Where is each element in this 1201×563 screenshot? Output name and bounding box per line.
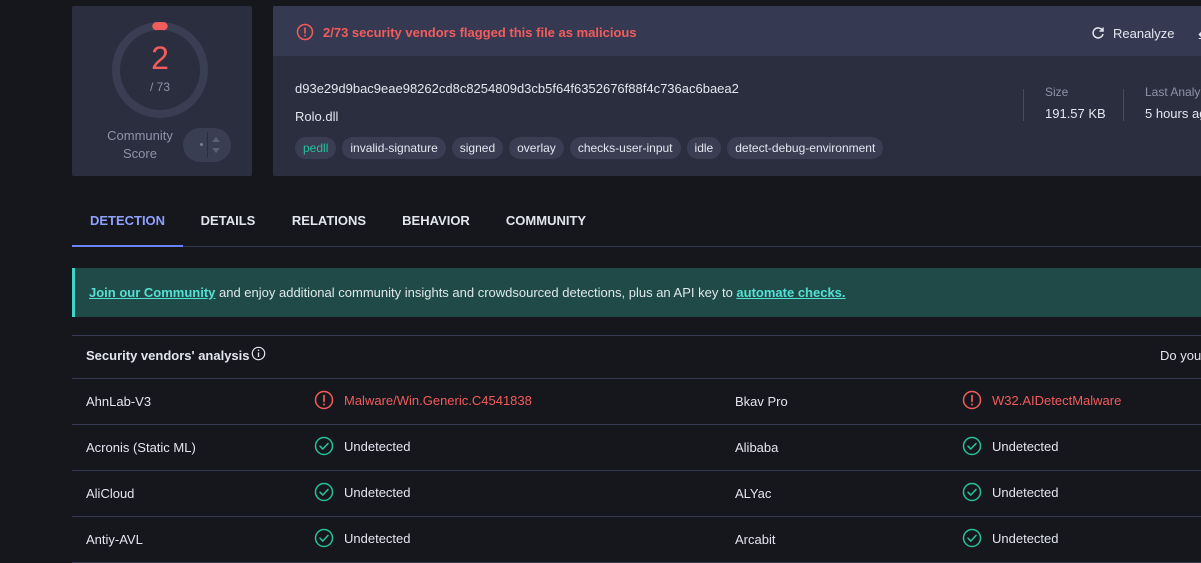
meta-divider [1123, 89, 1124, 121]
malicious-alert-bar: 2/73 security vendors flagged this file … [273, 6, 1201, 56]
vote-up-icon[interactable] [212, 137, 220, 142]
vendor-result-text: Undetected [992, 438, 1059, 454]
size-value: 191.57 KB [1045, 106, 1106, 121]
tab-community[interactable]: COMMUNITY [497, 200, 595, 245]
vendor-result: Undetected [314, 482, 411, 502]
vendor-result-text: Undetected [992, 530, 1059, 546]
file-tags: pedll invalid-signature signed overlay c… [295, 137, 884, 159]
malicious-alert-icon [314, 390, 334, 410]
tab-details[interactable]: DETAILS [190, 200, 266, 245]
vendor-name: Alibaba [735, 440, 779, 455]
undetected-check-icon [314, 482, 334, 502]
vote-down-icon[interactable] [212, 148, 220, 153]
vendor-row: AhnLab-V3 Malware/Win.Generic.C4541838 Bka… [72, 378, 1201, 425]
last-analysis-label: Last Analy [1145, 85, 1201, 99]
undetected-check-icon [962, 436, 982, 456]
tag-pedll[interactable]: pedll [295, 137, 337, 159]
vendor-name: ALYac [735, 486, 772, 501]
vendor-row: Acronis (Static ML) Undetected Alibaba Unde… [72, 424, 1201, 471]
detection-count: 2 [151, 40, 169, 76]
banner-text: Join our Community and enjoy additional … [89, 285, 846, 300]
vendor-result: Undetected [314, 436, 411, 456]
alert-text: 2/73 security vendors flagged this file … [323, 25, 637, 40]
file-name: Rolo.dll [295, 109, 339, 124]
undetected-check-icon [314, 528, 334, 548]
tab-relations[interactable]: RELATIONS [278, 200, 380, 245]
join-community-link[interactable]: Join our Community [89, 285, 215, 300]
vendor-result: Undetected [962, 528, 1059, 548]
tag-overlay[interactable]: overlay [509, 137, 564, 159]
refresh-icon [1092, 27, 1104, 39]
vendor-result-text: W32.AIDetectMalware [992, 392, 1122, 408]
vendor-result-text: Undetected [344, 530, 411, 546]
score-dot [200, 143, 203, 146]
report-tabs: DETECTION DETAILS RELATIONS BEHAVIOR COM… [72, 200, 1201, 247]
vendor-result-text: Undetected [992, 484, 1059, 500]
vendors-analysis-title: Security vendors' analysis [86, 348, 250, 363]
undetected-check-icon [314, 436, 334, 456]
vendor-total: / 73 [149, 80, 170, 94]
vendor-name: AhnLab-V3 [86, 394, 152, 409]
last-analysis-value: 5 hours ag [1145, 106, 1201, 121]
tag-signed[interactable]: signed [451, 137, 504, 159]
info-icon[interactable] [251, 346, 266, 361]
file-summary-card: 2/73 security vendors flagged this file … [273, 6, 1201, 176]
vendor-name: AliCloud [86, 486, 135, 501]
vendor-result: Undetected [962, 482, 1059, 502]
tag-invalid-signature[interactable]: invalid-signature [342, 137, 446, 159]
vendor-result: Undetected [314, 528, 411, 548]
vendor-result-text: Malware/Win.Generic.C4541838 [344, 392, 532, 408]
vendor-name: Acronis (Static ML) [86, 440, 196, 455]
vendor-row: Antiy-AVL Undetected Arcabit Undetected [72, 516, 1201, 563]
community-score-card: 2 / 73 Community Score [72, 6, 252, 176]
vendor-result: Undetected [962, 436, 1059, 456]
vendors-header-prompt: Do you [1160, 348, 1201, 363]
banner-body: and enjoy additional community insights … [215, 285, 737, 300]
tag-detect-debug-environment[interactable]: detect-debug-environment [727, 137, 884, 159]
file-hash: d93e29d9bac9eae98262cd8c8254809d3cb5f64f… [295, 81, 739, 96]
community-vote-control[interactable] [183, 128, 231, 162]
alert-circle-icon [296, 23, 314, 41]
vendor-name: Bkav Pro [735, 394, 788, 409]
tab-detection[interactable]: DETECTION [72, 200, 183, 247]
undetected-check-icon [962, 528, 982, 548]
automate-checks-link[interactable]: automate checks. [736, 285, 845, 300]
vendor-row: AliCloud Undetected ALYac Undetected [72, 470, 1201, 517]
community-score-label: Community Score [107, 128, 173, 161]
tab-behavior[interactable]: BEHAVIOR [392, 200, 480, 245]
vendor-result: Malware/Win.Generic.C4541838 [314, 390, 532, 410]
vote-divider [207, 132, 208, 158]
tag-checks-user-input[interactable]: checks-user-input [569, 137, 681, 159]
vendor-result-text: Undetected [344, 484, 411, 500]
reanalyze-button[interactable]: Reanalyze [1091, 23, 1174, 43]
vendors-analysis-header: Security vendors' analysis Do you [72, 335, 1201, 379]
vendor-name: Antiy-AVL [86, 532, 143, 547]
size-label: Size [1045, 85, 1069, 99]
undetected-check-icon [962, 482, 982, 502]
vendor-result-text: Undetected [344, 438, 411, 454]
vendor-name: Arcabit [735, 532, 776, 547]
community-banner: Join our Community and enjoy additional … [72, 268, 1201, 317]
malicious-alert-icon [962, 390, 982, 410]
meta-divider [1023, 89, 1024, 121]
tag-idle[interactable]: idle [686, 137, 722, 159]
vendor-result: W32.AIDetectMalware [962, 390, 1121, 410]
reanalyze-label: Reanalyze [1113, 25, 1175, 41]
